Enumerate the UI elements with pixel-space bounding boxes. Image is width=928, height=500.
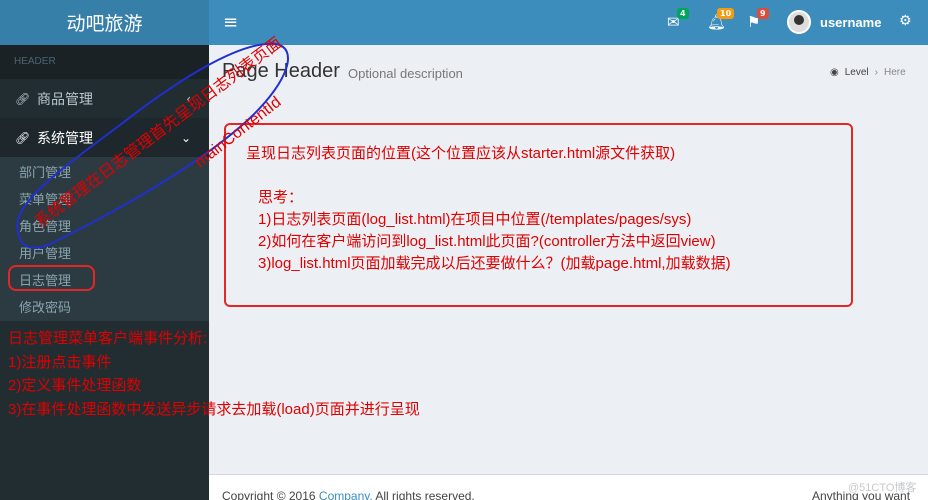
notifications-badge: 10	[717, 8, 735, 19]
avatar	[787, 10, 811, 34]
page-title: Page Header	[222, 60, 340, 82]
chevron-left-icon: ‹	[186, 91, 191, 106]
dashboard-icon: ◉	[830, 67, 839, 78]
sidebar-item-goods[interactable]: 🔗︎ 商品管理 ‹	[0, 79, 209, 118]
gears-icon[interactable]: ⚙	[899, 13, 912, 29]
footer: Copyright © 2016 Company. All rights res…	[209, 474, 928, 500]
submenu-item-role[interactable]: 角色管理	[0, 213, 209, 240]
breadcrumb-level[interactable]: Level	[845, 67, 869, 78]
company-link[interactable]: Company.	[319, 489, 373, 500]
breadcrumb-separator: ›	[874, 67, 878, 78]
sidebar-item-system[interactable]: 🔗︎ 系统管理 ⌄	[0, 118, 209, 157]
copyright-prefix: Copyright © 2016	[222, 489, 316, 500]
submenu-item-menu[interactable]: 菜单管理	[0, 186, 209, 213]
username-label: username	[820, 14, 882, 30]
copyright: Copyright © 2016 Company. All rights res…	[222, 489, 475, 500]
submenu-item-password[interactable]: 修改密码	[0, 294, 209, 321]
chevron-down-icon: ⌄	[180, 130, 191, 145]
breadcrumb: ◉ Level › Here	[830, 67, 906, 78]
annotation-line: 1)日志列表页面(log_list.html)在项目中位置(/templates…	[258, 211, 692, 228]
annotation-line: 呈现日志列表页面的位置(这个位置应该从starter.html源文件获取)	[246, 145, 676, 162]
watermark: @51CTO博客	[848, 482, 917, 494]
event-analysis: 日志管理菜单客户端事件分析: 1)注册点击事件 2)定义事件处理函数 3)在事件…	[8, 327, 420, 421]
analysis-line: 2)定义事件处理函数	[8, 377, 142, 394]
sidebar-toggle-icon[interactable]: ≡	[223, 12, 238, 33]
submenu-item-dept[interactable]: 部门管理	[0, 159, 209, 186]
sidebar-item-label: 系统管理	[37, 129, 93, 146]
link-icon: 🔗︎	[15, 91, 31, 106]
messages-button[interactable]: ✉ 4	[667, 8, 689, 31]
rights-text: All rights reserved.	[375, 489, 475, 500]
analysis-line: 3)在事件处理函数中发送异步请求去加载(load)页面并进行呈现	[8, 400, 420, 418]
annotation-line: 思考：	[258, 189, 304, 206]
messages-badge: 4	[677, 8, 689, 19]
tasks-badge: 9	[757, 8, 769, 19]
log-menu-highlight	[8, 265, 95, 291]
tasks-button[interactable]: ⚑ 9	[747, 8, 769, 31]
page-description: Optional description	[348, 66, 463, 81]
analysis-line: 日志管理菜单客户端事件分析:	[8, 330, 208, 347]
annotation-line: 2)如何在客户端访问到log_list.html此页面?(controller方…	[258, 233, 716, 250]
submenu-item-user[interactable]: 用户管理	[0, 240, 209, 267]
sidebar-item-label: 商品管理	[37, 90, 93, 107]
notifications-button[interactable]: 🔔︎ 10	[707, 8, 735, 31]
app-logo[interactable]: 动吧旅游	[0, 0, 209, 45]
annotation-line: 3)log_list.html页面加载完成以后还要做什么？(加载page.htm…	[258, 255, 731, 272]
analysis-line: 1)注册点击事件	[8, 353, 112, 371]
user-menu[interactable]: username	[787, 10, 881, 34]
link-icon: 🔗︎	[15, 130, 31, 145]
system-submenu: 部门管理 菜单管理 角色管理 用户管理 日志管理 修改密码	[0, 157, 209, 321]
breadcrumb-here: Here	[883, 67, 906, 78]
top-navbar: ≡ ✉ 4 🔔︎ 10 ⚑ 9 username ⚙	[209, 0, 928, 45]
annotation-box: 呈现日志列表页面的位置(这个位置应该从starter.html源文件获取) 思考…	[224, 123, 853, 307]
sidebar-header: HEADER	[0, 45, 209, 79]
